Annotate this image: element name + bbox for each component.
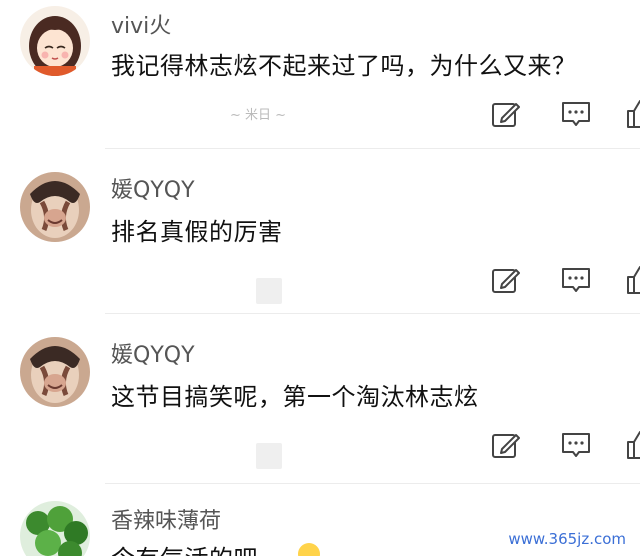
comment-username[interactable]: 媛QYQY (111, 172, 195, 204)
comment-actions (440, 427, 640, 467)
edit-square-icon[interactable] (488, 427, 524, 463)
avatar[interactable] (20, 172, 90, 242)
avatar[interactable] (20, 337, 90, 407)
avatar[interactable] (20, 6, 90, 76)
divider (105, 483, 640, 484)
comment-actions (440, 96, 640, 136)
thumbs-up-icon[interactable] (624, 427, 640, 463)
comment-actions (440, 262, 640, 302)
comment-item: 媛QYQY 排名真假的厉害 (0, 150, 640, 315)
edit-square-icon[interactable] (488, 96, 524, 132)
comment-item: 媛QYQY 这节目搞笑呢，第一个淘汰林志炫 (0, 315, 640, 485)
comment-icon[interactable] (558, 262, 594, 298)
comment-username[interactable]: vivi火 (111, 8, 171, 40)
blurred-fragment (256, 443, 282, 469)
thumbs-up-icon[interactable] (624, 262, 640, 298)
comment-icon[interactable] (558, 96, 594, 132)
comment-text: 今有气活的吧 (111, 539, 258, 556)
comment-text: 这节目搞笑呢，第一个淘汰林志炫 (111, 383, 479, 411)
divider (105, 148, 640, 149)
comment-username[interactable]: 香辣味薄荷 (111, 503, 221, 535)
comment-text: 排名真假的厉害 (111, 218, 283, 246)
edit-square-icon[interactable] (488, 262, 524, 298)
watermark: www.365jz.com (508, 530, 626, 548)
comment-item: vivi火 我记得林志炫不起来过了吗，为什么又来？ ~ 米日 ~ (0, 0, 640, 150)
divider (105, 313, 640, 314)
emoji-icon (298, 543, 320, 556)
blurred-fragment (256, 278, 282, 304)
thumbs-up-icon[interactable] (624, 96, 640, 132)
avatar[interactable] (20, 501, 90, 556)
partial-text-fragment: ~ 米日 ~ (230, 108, 287, 123)
comment-icon[interactable] (558, 427, 594, 463)
comment-username[interactable]: 媛QYQY (111, 337, 195, 369)
comment-text: 我记得林志炫不起来过了吗，为什么又来？ (111, 52, 577, 80)
